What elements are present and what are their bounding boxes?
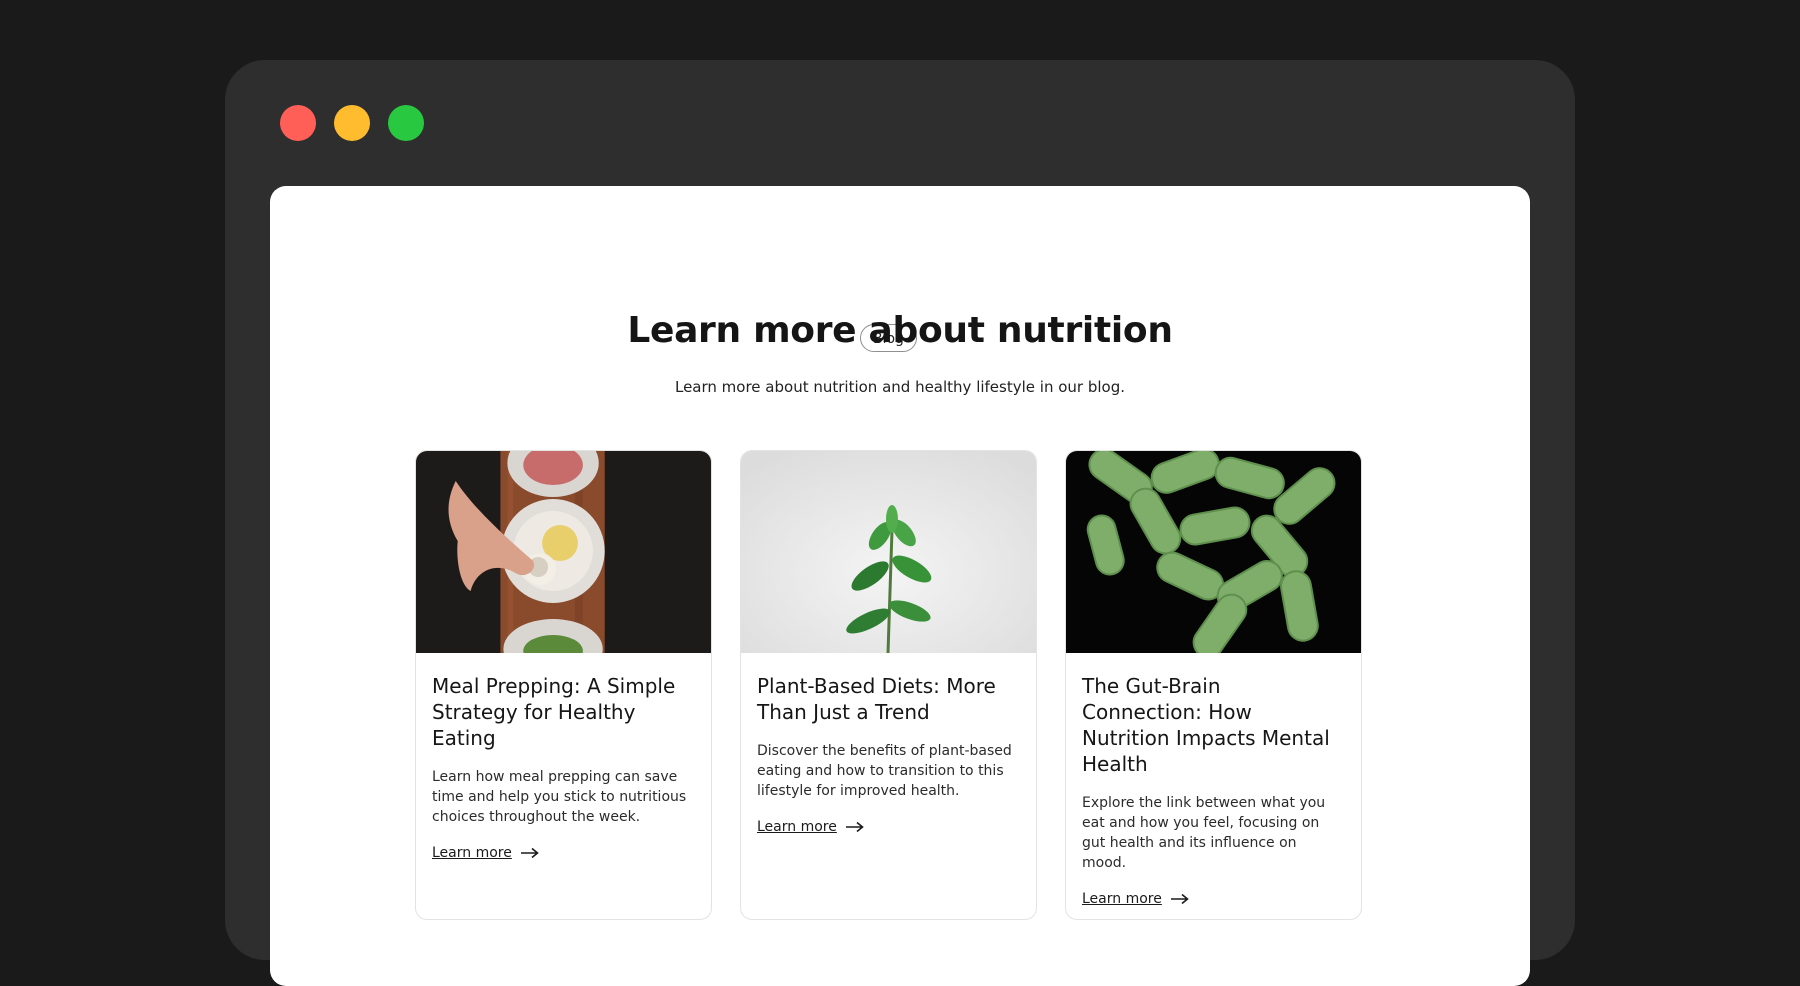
maximize-window-button[interactable] (388, 105, 424, 141)
blog-card-plant-based[interactable]: Plant-Based Diets: More Than Just a Tren… (740, 450, 1037, 920)
learn-more-link[interactable]: Learn more (1082, 891, 1190, 907)
learn-more-label: Learn more (432, 845, 512, 861)
page-subtitle: Learn more about nutrition and healthy l… (674, 378, 1125, 396)
card-title: The Gut-Brain Connection: How Nutrition … (1082, 674, 1330, 776)
app-window: Blog Learn more about nutrition Learn mo… (225, 60, 1575, 986)
plant-photo (741, 451, 1036, 653)
blog-card-gut-brain[interactable]: The Gut-Brain Connection: How Nutrition … (1065, 450, 1362, 920)
blog-page: Blog Learn more about nutrition Learn mo… (270, 186, 1530, 986)
minimize-window-button[interactable] (334, 105, 370, 141)
learn-more-link[interactable]: Learn more (757, 819, 865, 835)
probiotic-bacteria-photo (1066, 451, 1361, 653)
learn-more-label: Learn more (1082, 891, 1162, 907)
close-window-button[interactable] (280, 105, 316, 141)
arrow-right-icon (845, 821, 864, 833)
learn-more-link[interactable]: Learn more (432, 845, 540, 861)
blog-card-meal-prepping[interactable]: Meal Prepping: A Simple Strategy for Hea… (415, 450, 712, 920)
card-excerpt: Discover the benefits of plant-based eat… (757, 743, 1012, 799)
card-excerpt: Explore the link between what you eat an… (1082, 795, 1326, 871)
card-title: Meal Prepping: A Simple Strategy for Hea… (432, 674, 676, 750)
learn-more-label: Learn more (757, 819, 837, 835)
page-title: Learn more about nutrition (627, 310, 1173, 351)
arrow-right-icon (520, 847, 539, 859)
meal-prep-photo (416, 451, 711, 653)
card-excerpt: Learn how meal prepping can save time an… (432, 769, 687, 825)
card-title: Plant-Based Diets: More Than Just a Tren… (757, 674, 996, 724)
arrow-right-icon (1170, 893, 1189, 905)
